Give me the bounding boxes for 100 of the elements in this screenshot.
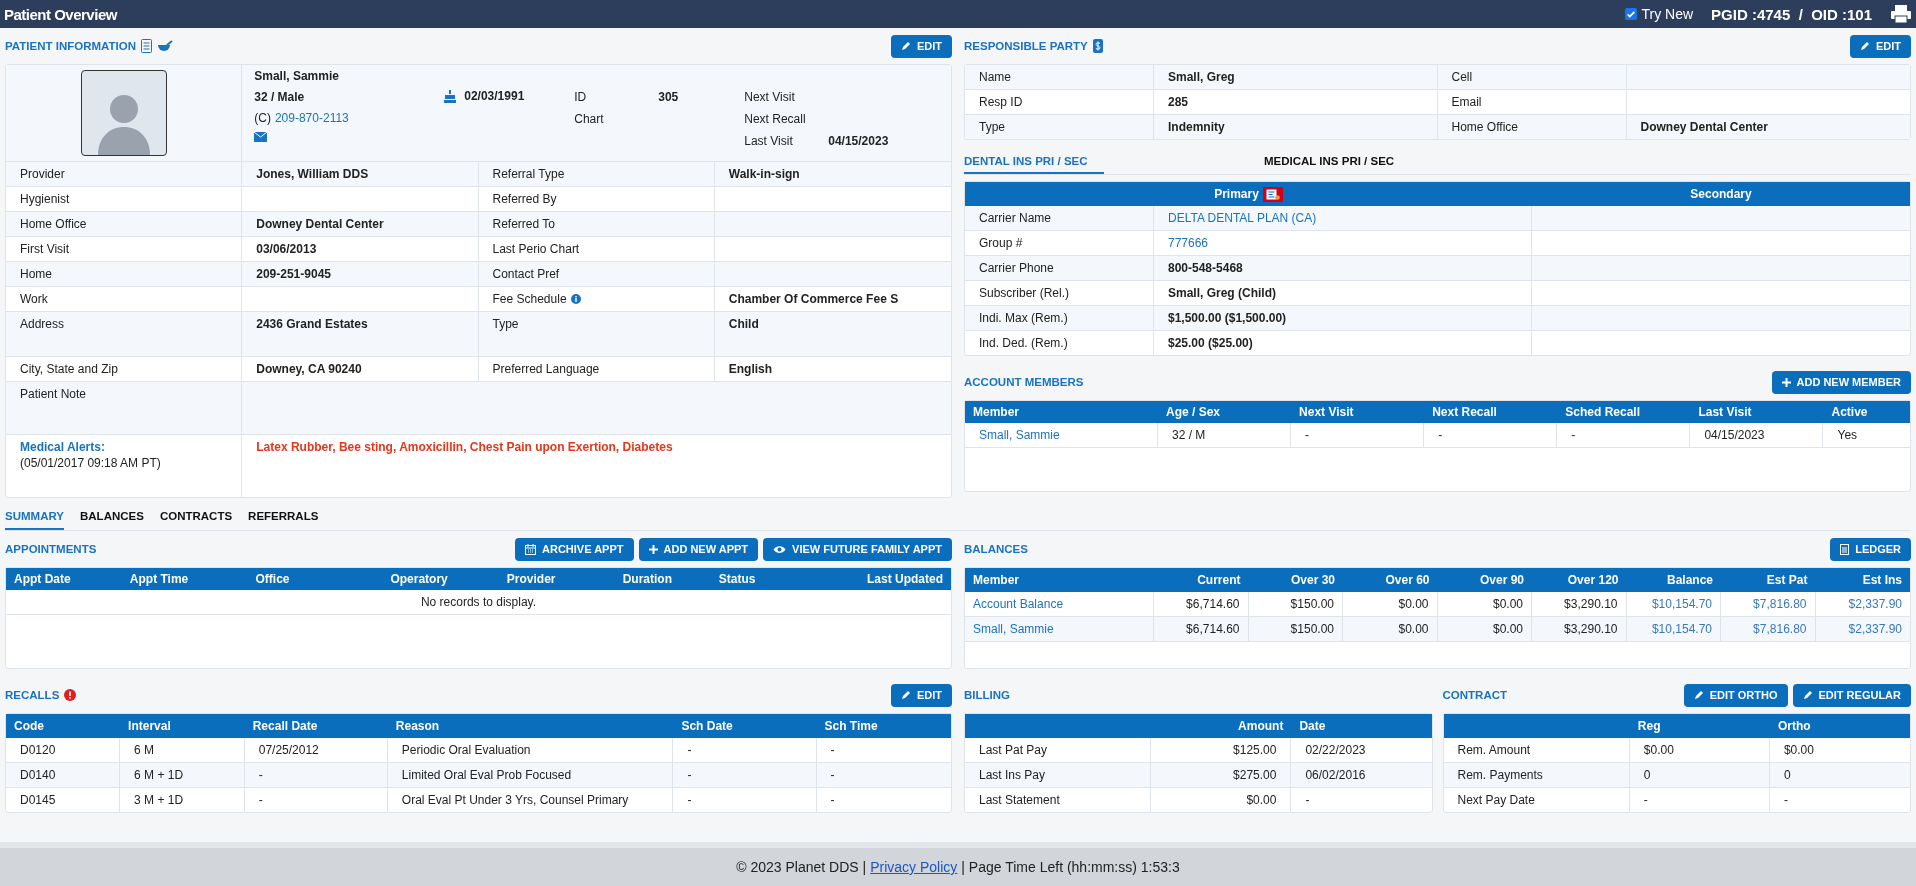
field-value: 03/06/2013 [242, 237, 479, 261]
appointment-button[interactable]: ARCHIVE APPT [515, 537, 634, 561]
column-header: Member [972, 404, 1020, 421]
member-link[interactable]: Account Balance [973, 597, 1064, 611]
table-cell: D0120 [6, 738, 121, 762]
section-title: BILLING [964, 689, 1010, 701]
field-value: $25.00 ($25.00) [1168, 336, 1253, 350]
member-link[interactable]: Small, Sammie [979, 428, 1060, 442]
field-value: Jones, William DDS [242, 162, 479, 186]
pencil-icon [1693, 690, 1704, 700]
table-cell-text: $0.00 [1782, 742, 1815, 759]
birth-date: 02/03/1991 [464, 89, 525, 103]
column-header: Est Ins [1861, 572, 1903, 589]
field-label: First Visit [6, 237, 243, 261]
column-header: Reason [394, 718, 441, 735]
table-cell: $0.00 [1151, 788, 1292, 812]
field-link[interactable]: 777666 [1168, 236, 1209, 250]
alert-date: (05/01/2017 09:18 AM PT) [20, 456, 161, 470]
column-header: Next Visit [1298, 404, 1355, 421]
column-header: Next Recall [1431, 404, 1498, 421]
table-cell: Last Pat Pay [965, 738, 1152, 762]
table-cell: $0.00 [1437, 617, 1532, 641]
calendar-icon [525, 543, 536, 555]
edit-button[interactable]: EDIT [890, 34, 952, 58]
add-member-button[interactable]: ADD NEW MEMBER [1771, 370, 1911, 394]
table-cell: Rem. Amount [1443, 738, 1630, 762]
table-cell-text: - [1782, 792, 1789, 809]
table-cell: 6 M + 1D [120, 763, 245, 787]
field-link[interactable]: DELTA DENTAL PLAN (CA) [1168, 211, 1317, 225]
field-label: Cell [1437, 65, 1627, 89]
column-header: Interval [127, 718, 172, 735]
field-value: 2436 Grand Estates [242, 312, 479, 356]
time-left-text: | Page Time Left (hh:mm:ss) 1:53:3 [961, 859, 1180, 875]
field-value: $1,500.00 ($1,500.00) [1168, 311, 1287, 325]
field-label: Address [6, 312, 243, 356]
edit-contract-button[interactable]: EDIT ORTHO [1683, 683, 1788, 707]
bowl-icon[interactable] [156, 40, 173, 52]
column-header: Appt Time [128, 571, 190, 588]
field-label: Email [1437, 90, 1627, 114]
column-header: Balance [1665, 572, 1714, 589]
table-cell: Periodic Oral Evaluation [387, 738, 674, 762]
field-label: Last Perio Chart [492, 242, 580, 256]
column-header: Last Visit [1697, 404, 1753, 421]
column-header: Ortho [1776, 718, 1812, 735]
email-icon[interactable] [254, 132, 268, 142]
plus-icon [1781, 377, 1791, 387]
field-value: 800-548-5468 [1168, 261, 1243, 275]
field-label: Carrier Phone [965, 256, 1154, 280]
page-tab[interactable]: SUMMARY [5, 504, 64, 530]
table-cell: $275.00 [1151, 763, 1292, 787]
print-icon[interactable] [1890, 4, 1912, 24]
edit-contract-button[interactable]: EDIT REGULAR [1792, 683, 1911, 707]
try-new-checkbox[interactable]: Try New [1624, 6, 1694, 22]
page-tab[interactable]: CONTRACTS [159, 504, 233, 530]
field-label: Next Visit [744, 90, 796, 104]
field-label: City, State and Zip [6, 357, 243, 381]
field-value: Child [727, 316, 760, 333]
section-title: CONTRACT [1442, 689, 1508, 701]
insurance-tab[interactable]: DENTAL INS PRI / SEC [964, 150, 1104, 174]
page-tab[interactable]: BALANCES [80, 504, 144, 530]
section-title: APPOINTMENTS [5, 543, 97, 555]
section-title: BALANCES [964, 543, 1028, 555]
field-value: 285 [1154, 90, 1438, 114]
member-link[interactable]: Small, Sammie [973, 622, 1054, 636]
appointment-button[interactable]: ADD NEW APPT [638, 537, 759, 561]
ledger-button[interactable]: LEDGER [1830, 537, 1911, 561]
table-cell: - [1557, 423, 1691, 447]
column-header: Over 90 [1478, 572, 1525, 589]
field-value: Downey Dental Center [1639, 119, 1769, 136]
table-cell: - [1291, 423, 1425, 447]
insurance-tab[interactable]: MEDICAL INS PRI / SEC [1264, 150, 1404, 174]
table-cell: 07/25/2012 [244, 738, 388, 762]
table-cell: $10,154.70 [1626, 617, 1721, 641]
table-cell: Next Pay Date [1443, 788, 1630, 812]
page-tab[interactable]: REFERRALS [248, 504, 319, 530]
field-value: Small, Greg [1154, 65, 1438, 89]
section-title: PATIENT INFORMATION [5, 40, 136, 52]
field-label: Contact Pref [492, 267, 560, 281]
edit-button[interactable]: EDIT [890, 683, 952, 707]
table-cell-text: $2,337.90 [1847, 596, 1903, 613]
section-title: RECALLS [5, 689, 60, 701]
field-value: 04/15/2023 [828, 134, 889, 148]
field-value: Small, Greg (Child) [1168, 286, 1276, 300]
appointment-button[interactable]: VIEW FUTURE FAMILY APPT [763, 537, 952, 561]
field-label: ID [574, 90, 588, 104]
column-header: Est Pat [1765, 572, 1809, 589]
practice-ids: PGID :4745 / OID :101 [1711, 5, 1872, 23]
card-icon[interactable] [1262, 186, 1283, 202]
section-title: ACCOUNT MEMBERS [964, 376, 1084, 388]
field-label: Type [965, 115, 1154, 139]
edit-button[interactable]: EDIT [1849, 34, 1911, 58]
checkmark-icon [1625, 9, 1636, 19]
document-icon[interactable] [140, 39, 152, 53]
phone-link[interactable]: 209-870-2113 [274, 111, 349, 125]
column-header: Operatory [389, 571, 449, 588]
info-icon[interactable] [570, 294, 581, 304]
table-cell: - [673, 738, 817, 762]
table-cell: $6,714.60 [1154, 592, 1249, 616]
privacy-policy-link[interactable]: Privacy Policy [870, 859, 958, 875]
field-label: Next Recall [744, 112, 807, 126]
